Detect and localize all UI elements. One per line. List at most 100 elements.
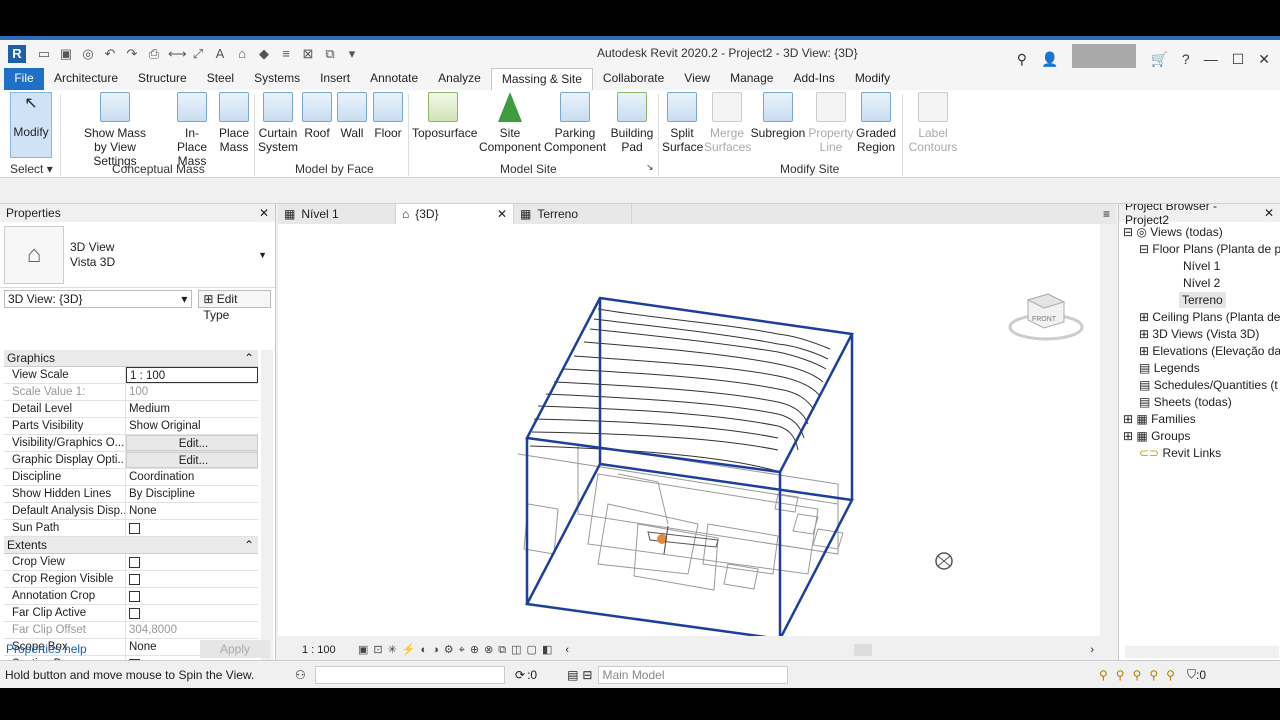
show-mass-button[interactable]: Show Mass by View Settings (72, 92, 158, 168)
tab-manage[interactable]: Manage (720, 68, 783, 90)
crop-view-checkbox[interactable] (129, 557, 140, 568)
prop-annotation-crop[interactable]: Annotation Crop (4, 588, 258, 605)
tree-views[interactable]: ⊟ ◎ Views (todas) (1123, 224, 1223, 240)
viewcube[interactable]: FRONT (1008, 293, 1084, 341)
switch-windows-icon[interactable]: ⧉ (322, 46, 338, 62)
tab-annotate[interactable]: Annotate (360, 68, 428, 90)
prop-hidden-lines[interactable]: Show Hidden Lines By Discipline (4, 486, 258, 503)
tree-elevations[interactable]: ⊞ Elevations (Elevação da (1139, 343, 1280, 359)
view-scrollbar-vertical[interactable] (1100, 224, 1114, 642)
select-dropdown[interactable]: Select ▾ (10, 162, 53, 176)
prop-parts-visibility[interactable]: Parts Visibility Show Original (4, 418, 258, 435)
parking-component-button[interactable]: Parking Component (544, 92, 606, 154)
section-icon[interactable]: ◆ (256, 46, 272, 62)
close-icon[interactable]: ✕ (259, 206, 269, 220)
revit-logo-icon[interactable]: R (8, 45, 26, 63)
selection-icons[interactable]: ⚲⚲⚲⚲⚲ (1099, 668, 1183, 682)
tree-sheets[interactable]: ▤ Sheets (todas) (1139, 394, 1232, 410)
tab-addins[interactable]: Add-Ins (783, 68, 844, 90)
view-control-icons[interactable]: ▣⊡✳⚡◐◑⚙⌖⊕⊗⧉◫▢◧ (358, 643, 557, 657)
apply-button[interactable]: Apply (200, 640, 270, 658)
filter-icon[interactable]: ⛉ (1187, 667, 1196, 682)
workset-dropdown[interactable] (315, 665, 505, 684)
tree-families[interactable]: ⊞ ▦ Families (1123, 411, 1196, 427)
user-icon[interactable]: 👤 (1041, 51, 1058, 68)
prop-detail-level[interactable]: Detail Level Medium (4, 401, 258, 418)
group-extents[interactable]: Extents ⌃ (4, 537, 258, 554)
tab-collaborate[interactable]: Collaborate (593, 68, 674, 90)
tab-menu-icon[interactable]: ≡ (1103, 204, 1116, 224)
binoculars-icon[interactable]: ⚲ (1017, 51, 1027, 68)
tree-3d-views[interactable]: ⊞ 3D Views (Vista 3D) (1139, 326, 1259, 342)
label-contours-button[interactable]: Label Contours (906, 92, 960, 154)
prop-sun-path[interactable]: Sun Path (4, 520, 258, 537)
tree-groups[interactable]: ⊞ ▦ Groups (1123, 428, 1190, 444)
design-options-icon-2[interactable]: ⊟ (582, 668, 592, 682)
help-icon[interactable]: ? (1182, 51, 1190, 67)
tab-terreno[interactable]: ▦ Terreno (514, 204, 632, 224)
chevron-right-icon[interactable]: › (1090, 644, 1094, 656)
worksets-icon[interactable]: ⚇ (295, 668, 315, 682)
tab-modify[interactable]: Modify (845, 68, 900, 90)
prop-analysis-display[interactable]: Default Analysis Disp... None (4, 503, 258, 520)
close-hidden-icon[interactable]: ⊠ (300, 46, 316, 62)
save-icon[interactable]: ▣ (58, 46, 74, 62)
redo-icon[interactable]: ↷ (124, 46, 140, 62)
close-icon[interactable]: ✕ (497, 204, 507, 224)
dimension-icon[interactable]: ⤢ (190, 46, 206, 62)
chevron-left-icon[interactable]: ‹ (565, 644, 569, 656)
model-dropdown[interactable]: Main Model (598, 665, 789, 684)
tab-structure[interactable]: Structure (128, 68, 197, 90)
tree-terreno[interactable]: Terreno (1179, 292, 1226, 308)
curtain-system-button[interactable]: Curtain System (258, 92, 298, 154)
undo-icon[interactable]: ↶ (102, 46, 118, 62)
edit-type-button[interactable]: ⊞ Edit Type (198, 290, 271, 322)
tab-systems[interactable]: Systems (244, 68, 310, 90)
wall-button[interactable]: Wall (337, 92, 367, 140)
annotation-crop-checkbox[interactable] (129, 591, 140, 602)
tree-ceiling-plans[interactable]: ⊞ Ceiling Plans (Planta de (1139, 309, 1280, 325)
measure-icon[interactable]: ⟷ (168, 46, 187, 62)
drawing-area[interactable]: FRONT (278, 224, 1104, 641)
tab-massing-site[interactable]: Massing & Site (490, 68, 593, 90)
split-surface-button[interactable]: Split Surface (662, 92, 703, 154)
group-graphics[interactable]: Graphics ⌃ (4, 350, 258, 367)
tree-revit-links[interactable]: ⊂⊃ Revit Links (1139, 445, 1221, 461)
maximize-button[interactable]: ☐ (1232, 51, 1245, 68)
tree-legends[interactable]: ▤ Legends (1139, 360, 1200, 376)
prop-far-clip-active[interactable]: Far Clip Active (4, 605, 258, 622)
tab-3d[interactable]: ⌂ {3D} ✕ (396, 204, 514, 224)
properties-scrollbar[interactable] (261, 350, 273, 668)
roof-button[interactable]: Roof (302, 92, 332, 140)
design-options-icon[interactable]: ▤ (567, 668, 578, 682)
panel-launcher-icon[interactable]: ↘ (646, 162, 654, 173)
browser-scrollbar[interactable] (1125, 646, 1279, 658)
view-3d-icon[interactable]: ⌂ (234, 46, 250, 62)
edit-button[interactable]: Edit... (126, 452, 258, 468)
merge-surfaces-button[interactable]: Merge Surfaces (704, 92, 751, 154)
instance-dropdown[interactable]: 3D View: {3D} (4, 290, 193, 308)
prop-view-scale[interactable]: View Scale 1 : 100 (4, 367, 258, 384)
open-icon[interactable]: ▭ (36, 46, 52, 62)
close-button[interactable]: ✕ (1258, 51, 1270, 68)
print-icon[interactable]: ⎙ (146, 46, 162, 62)
sync-icon[interactable]: ◎ (80, 46, 96, 62)
minimize-button[interactable]: — (1204, 51, 1218, 67)
modify-button[interactable]: ↖ Modify (10, 92, 52, 158)
tree-floor-plans[interactable]: ⊟ Floor Plans (Planta de p (1139, 241, 1280, 257)
tab-architecture[interactable]: Architecture (44, 68, 128, 90)
sun-path-checkbox[interactable] (129, 523, 140, 534)
place-mass-button[interactable]: Place Mass (216, 92, 252, 154)
customize-qat-icon[interactable]: ▾ (344, 46, 360, 62)
tab-nivel-1[interactable]: ▦ Nível 1 (278, 204, 396, 224)
building-pad-button[interactable]: Building Pad (610, 92, 654, 154)
text-icon[interactable]: A (212, 46, 228, 62)
tree-nivel-1[interactable]: Nível 1 (1183, 258, 1220, 274)
tab-file[interactable]: File (4, 68, 44, 90)
subregion-button[interactable]: Subregion (750, 92, 806, 140)
floor-button[interactable]: Floor (372, 92, 404, 140)
tab-analyze[interactable]: Analyze (428, 68, 491, 90)
cart-icon[interactable]: 🛒 (1150, 51, 1167, 68)
tab-steel[interactable]: Steel (197, 68, 244, 90)
inplace-mass-button[interactable]: In-Place Mass (170, 92, 214, 168)
